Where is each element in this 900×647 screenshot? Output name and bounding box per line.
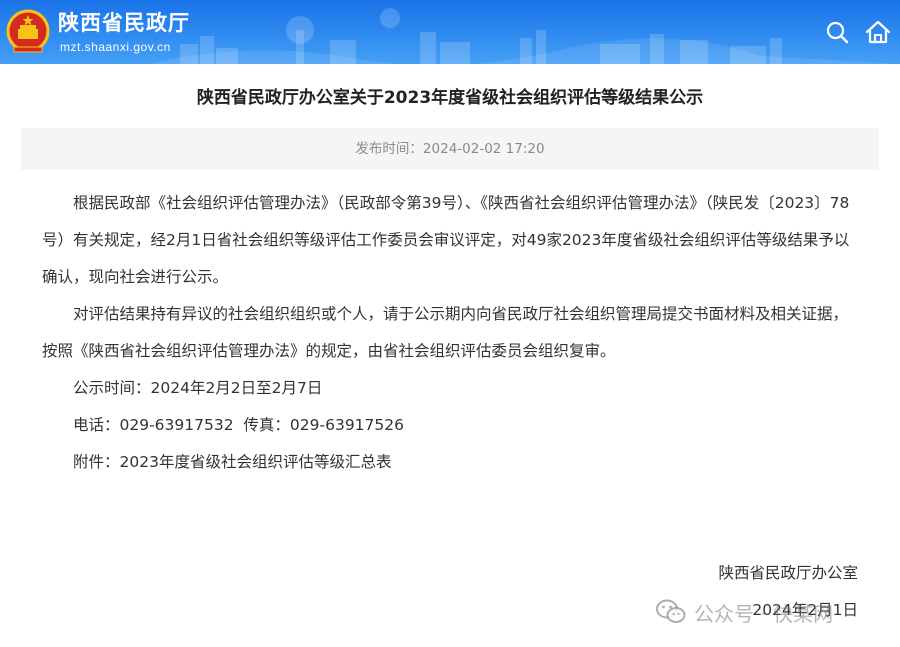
search-button[interactable]: [823, 18, 851, 46]
article-title: 陕西省民政厅办公室关于2023年度省级社会组织评估等级结果公示: [196, 88, 704, 108]
signature-org: 陕西省民政厅办公室: [718, 564, 858, 582]
site-name[interactable]: 陕西省民政厅: [58, 11, 190, 35]
publish-meta-bar: 发布时间：2024-02-02 17:20: [21, 128, 879, 170]
home-button[interactable]: [864, 18, 892, 46]
wechat-icon: [656, 599, 686, 623]
body-paragraph: 对评估结果持有异议的社会组织组织或个人，请于公示期内向省民政厅社会组织管理局提交…: [42, 305, 849, 360]
home-icon: [865, 20, 891, 44]
attachment-link[interactable]: 附件：2023年度省级社会组织评估等级汇总表: [42, 444, 854, 481]
site-header: 陕西省民政厅 mzt.shaanxi.gov.cn: [0, 0, 900, 64]
article-body: 根据民政部《社会组织评估管理办法》（民政部令第39号）、《陕西省社会组织评估管理…: [42, 185, 854, 481]
publish-label: 发布时间：: [355, 141, 423, 157]
publish-time: 2024-02-02 17:20: [422, 141, 545, 157]
signature-date: 2024年2月1日: [752, 601, 858, 619]
site-domain: mzt.shaanxi.gov.cn: [60, 40, 171, 54]
search-icon: [826, 21, 849, 44]
national-emblem-icon: [6, 9, 50, 53]
contact-phone-fax: 电话：029-63917532 传真：029-63917526: [73, 416, 404, 434]
body-paragraph: 根据民政部《社会组织评估管理办法》（民政部令第39号）、《陕西省社会组织评估管理…: [42, 194, 850, 286]
notice-period: 公示时间：2024年2月2日至2月7日: [73, 379, 323, 397]
